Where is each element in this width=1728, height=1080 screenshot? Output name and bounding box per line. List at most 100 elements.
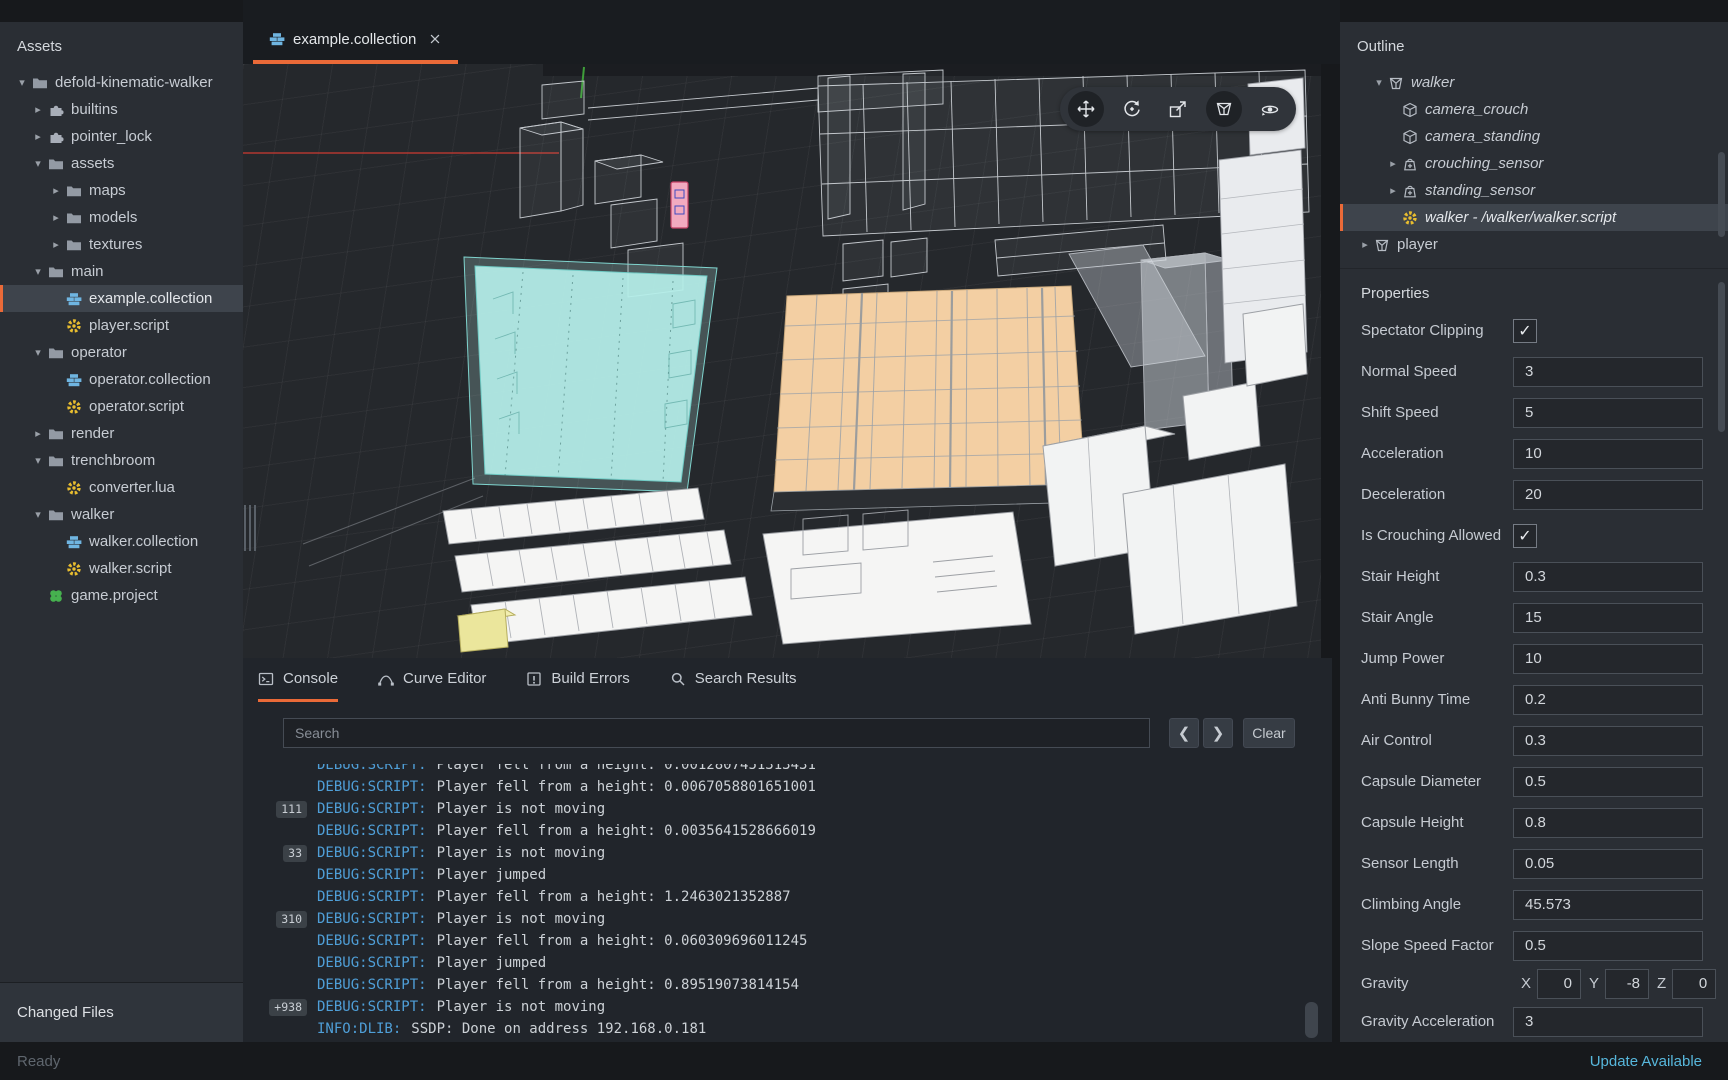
expand-arrow[interactable]: ▾ [28,265,48,278]
asset-tree-item[interactable]: ▾ assets [0,150,243,177]
console-tab[interactable]: Curve Editor [378,658,486,702]
expand-arrow[interactable]: ▾ [28,508,48,521]
asset-tree-item[interactable]: ▾ operator [0,339,243,366]
expand-arrow[interactable]: ▾ [28,454,48,467]
expand-arrow[interactable]: ▸ [46,184,66,197]
checkbox[interactable] [1513,319,1537,343]
asset-tree-item[interactable]: operator.collection [0,366,243,393]
property-input[interactable]: 3 [1513,357,1703,387]
property-input[interactable]: 0.3 [1513,726,1703,756]
property-label: Acceleration [1361,445,1513,462]
cube-icon [1402,129,1418,145]
asset-tree-item[interactable]: ▾ main [0,258,243,285]
console-tab[interactable]: Search Results [670,658,797,702]
expand-arrow[interactable]: ▸ [28,427,48,440]
tab-example-collection[interactable]: example.collection [253,18,458,64]
viewport-tool-button[interactable] [1160,91,1196,127]
asset-tree-item[interactable]: ▾ defold-kinematic-walker [0,69,243,96]
asset-tree-item[interactable]: ▸ maps [0,177,243,204]
properties-list: Spectator Clipping Normal Speed 3 Shift … [1340,310,1728,966]
asset-tree-item[interactable]: example.collection [0,285,243,312]
property-row: Air Control 0.3 [1340,720,1728,761]
asset-tree-item[interactable]: walker.collection [0,528,243,555]
outline-tree-item[interactable]: camera_crouch [1340,96,1728,123]
expand-arrow[interactable]: ▸ [28,103,48,116]
search-prev-button[interactable]: ❮ [1169,718,1199,748]
viewport-tool-button[interactable] [1252,91,1288,127]
asset-tree-item[interactable]: ▸ models [0,204,243,231]
property-input[interactable]: 0.8 [1513,808,1703,838]
console-log[interactable]: DEBUG:SCRIPT: Player fell from a height:… [243,764,1332,1042]
property-input[interactable]: 0.5 [1513,931,1703,961]
log-line: DEBUG:SCRIPT: Player fell from a height:… [255,764,1332,776]
console-scrollbar-thumb[interactable] [1305,1002,1318,1038]
asset-tree-item[interactable]: walker.script [0,555,243,582]
property-label: Shift Speed [1361,404,1513,421]
expand-arrow[interactable]: ▸ [1384,184,1402,197]
expand-arrow[interactable]: ▸ [46,238,66,251]
asset-label: textures [89,236,142,253]
viewport-tool-button[interactable] [1206,91,1242,127]
close-icon[interactable] [428,32,442,46]
update-available-link[interactable]: Update Available [1590,1053,1702,1070]
search-input[interactable] [283,718,1150,748]
property-input[interactable]: 0.2 [1513,685,1703,715]
expand-arrow[interactable]: ▾ [12,76,32,89]
search-next-button[interactable]: ❯ [1203,718,1233,748]
expand-arrow[interactable]: ▸ [1356,238,1374,251]
3d-viewport[interactable] [243,64,1321,658]
checkbox[interactable] [1513,524,1537,548]
property-input[interactable]: 45.573 [1513,890,1703,920]
console-tab[interactable]: Build Errors [526,658,629,702]
gravity-y-input[interactable]: -8 [1605,969,1649,999]
error-icon [526,671,542,687]
outline-tree-item[interactable]: ▸ crouching_sensor [1340,150,1728,177]
asset-tree-item[interactable]: player.script [0,312,243,339]
panel-splitter-handle[interactable] [244,505,256,551]
move-icon [1076,99,1096,119]
property-label: Normal Speed [1361,363,1513,380]
property-input[interactable]: 3 [1513,1007,1703,1037]
property-input[interactable]: 15 [1513,603,1703,633]
console-tab[interactable]: Console [258,658,338,702]
expand-arrow[interactable]: ▾ [1370,76,1388,89]
viewport-tool-button[interactable] [1068,91,1104,127]
window-top-strip [1340,0,1728,22]
viewport-tool-button[interactable] [1114,91,1150,127]
property-input[interactable]: 0.05 [1513,849,1703,879]
asset-tree-item[interactable]: ▾ walker [0,501,243,528]
gravity-x-input[interactable]: 0 [1537,969,1581,999]
property-input[interactable]: 0.5 [1513,767,1703,797]
outline-tree-item[interactable]: camera_standing [1340,123,1728,150]
outline-tree-item[interactable]: ▾ walker [1340,69,1728,96]
expand-arrow[interactable]: ▾ [28,157,48,170]
outline-tree-item[interactable]: walker - /walker/walker.script [1340,204,1728,231]
folder-icon [66,210,82,226]
property-input[interactable]: 20 [1513,480,1703,510]
gravity-z-input[interactable]: 0 [1672,969,1716,999]
property-input[interactable]: 10 [1513,644,1703,674]
asset-tree-item[interactable]: ▸ render [0,420,243,447]
asset-tree-item[interactable]: ▸ textures [0,231,243,258]
outline-tree-item[interactable]: ▸ standing_sensor [1340,177,1728,204]
log-message: Player is not moving [437,801,606,817]
properties-scrollbar-thumb[interactable] [1718,282,1725,432]
asset-tree-item[interactable]: ▸ builtins [0,96,243,123]
asset-tree-item[interactable]: converter.lua [0,474,243,501]
expand-arrow[interactable]: ▸ [28,130,48,143]
expand-arrow[interactable]: ▸ [1384,157,1402,170]
property-input[interactable]: 5 [1513,398,1703,428]
log-line: DEBUG:SCRIPT: Player fell from a height:… [255,776,1332,798]
outline-scrollbar-thumb[interactable] [1718,152,1725,237]
property-input[interactable]: 0.3 [1513,562,1703,592]
asset-tree-item[interactable]: operator.script [0,393,243,420]
property-input[interactable]: 10 [1513,439,1703,469]
changed-files-section[interactable]: Changed Files [0,982,243,1042]
expand-arrow[interactable]: ▸ [46,211,66,224]
asset-tree-item[interactable]: ▸ pointer_lock [0,123,243,150]
clear-button[interactable]: Clear [1243,718,1295,748]
asset-tree-item[interactable]: ▾ trenchbroom [0,447,243,474]
expand-arrow[interactable]: ▾ [28,346,48,359]
outline-tree-item[interactable]: ▸ player [1340,231,1728,258]
asset-tree-item[interactable]: game.project [0,582,243,609]
